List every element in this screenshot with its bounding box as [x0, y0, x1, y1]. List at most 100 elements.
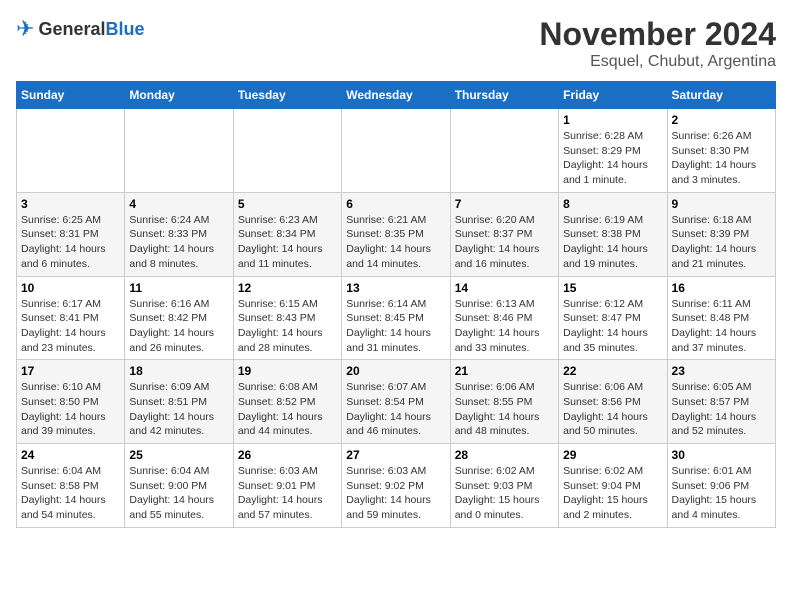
- day-info: Sunrise: 6:03 AM Sunset: 9:01 PM Dayligh…: [238, 464, 337, 523]
- calendar-cell: 9 Sunrise: 6:18 AM Sunset: 8:39 PM Daylig…: [667, 192, 775, 276]
- calendar: SundayMondayTuesdayWednesdayThursdayFrid…: [16, 81, 776, 528]
- day-info: Sunrise: 6:24 AM Sunset: 8:33 PM Dayligh…: [129, 213, 228, 272]
- day-number: 25: [129, 448, 228, 462]
- day-info: Sunrise: 6:14 AM Sunset: 8:45 PM Dayligh…: [346, 297, 445, 356]
- day-info: Sunrise: 6:19 AM Sunset: 8:38 PM Dayligh…: [563, 213, 662, 272]
- calendar-cell: 8Sunrise: 6:19 AM Sunset: 8:38 PM Daylig…: [559, 192, 667, 276]
- day-number: 15: [563, 281, 662, 295]
- calendar-cell: 19Sunrise: 6:08 AM Sunset: 8:52 PM Dayli…: [233, 360, 341, 444]
- calendar-cell: 29 Sunrise: 6:02 AM Sunset: 9:04 PM Dayli…: [559, 444, 667, 528]
- day-number: 2: [672, 113, 771, 127]
- calendar-cell: 15 Sunrise: 6:12 AM Sunset: 8:47 PM Dayli…: [559, 276, 667, 360]
- weekday-header: Sunday: [17, 82, 125, 109]
- weekday-header-row: SundayMondayTuesdayWednesdayThursdayFrid…: [17, 82, 776, 109]
- calendar-cell: 27 Sunrise: 6:03 AM Sunset: 9:02 PM Dayli…: [342, 444, 450, 528]
- day-number: 12: [238, 281, 337, 295]
- calendar-cell: 14Sunrise: 6:13 AM Sunset: 8:46 PM Dayli…: [450, 276, 558, 360]
- calendar-cell: 1 Sunrise: 6:28 AM Sunset: 8:29 PM Daylig…: [559, 109, 667, 193]
- calendar-cell: 26Sunrise: 6:03 AM Sunset: 9:01 PM Dayli…: [233, 444, 341, 528]
- calendar-cell: 4 Sunrise: 6:24 AM Sunset: 8:33 PM Daylig…: [125, 192, 233, 276]
- day-number: 14: [455, 281, 554, 295]
- calendar-cell: 11Sunrise: 6:16 AM Sunset: 8:42 PM Dayli…: [125, 276, 233, 360]
- calendar-cell: 28 Sunrise: 6:02 AM Sunset: 9:03 PM Dayli…: [450, 444, 558, 528]
- day-info: Sunrise: 6:07 AM Sunset: 8:54 PM Dayligh…: [346, 380, 445, 439]
- day-number: 7: [455, 197, 554, 211]
- day-number: 17: [21, 364, 120, 378]
- calendar-week-row: 1 Sunrise: 6:28 AM Sunset: 8:29 PM Daylig…: [17, 109, 776, 193]
- logo-text: GeneralBlue: [38, 19, 144, 40]
- day-number: 4: [129, 197, 228, 211]
- day-info: Sunrise: 6:03 AM Sunset: 9:02 PM Dayligh…: [346, 464, 445, 523]
- calendar-cell: [342, 109, 450, 193]
- calendar-cell: [17, 109, 125, 193]
- logo: ✈ GeneralBlue: [16, 16, 145, 42]
- weekday-header: Wednesday: [342, 82, 450, 109]
- day-number: 6: [346, 197, 445, 211]
- day-number: 5: [238, 197, 337, 211]
- day-info: Sunrise: 6:06 AM Sunset: 8:55 PM Dayligh…: [455, 380, 554, 439]
- month-title: November 2024: [539, 16, 776, 53]
- day-info: Sunrise: 6:04 AM Sunset: 8:58 PM Dayligh…: [21, 464, 120, 523]
- day-number: 20: [346, 364, 445, 378]
- weekday-header: Tuesday: [233, 82, 341, 109]
- day-number: 13: [346, 281, 445, 295]
- day-info: Sunrise: 6:04 AM Sunset: 9:00 PM Dayligh…: [129, 464, 228, 523]
- calendar-cell: 25 Sunrise: 6:04 AM Sunset: 9:00 PM Dayli…: [125, 444, 233, 528]
- title-area: November 2024 Esquel, Chubut, Argentina: [539, 16, 776, 71]
- day-number: 10: [21, 281, 120, 295]
- day-info: Sunrise: 6:25 AM Sunset: 8:31 PM Dayligh…: [21, 213, 120, 272]
- calendar-cell: [125, 109, 233, 193]
- calendar-week-row: 24 Sunrise: 6:04 AM Sunset: 8:58 PM Dayli…: [17, 444, 776, 528]
- day-info: Sunrise: 6:02 AM Sunset: 9:04 PM Dayligh…: [563, 464, 662, 523]
- calendar-week-row: 3 Sunrise: 6:25 AM Sunset: 8:31 PM Daylig…: [17, 192, 776, 276]
- day-number: 27: [346, 448, 445, 462]
- day-info: Sunrise: 6:11 AM Sunset: 8:48 PM Dayligh…: [672, 297, 771, 356]
- calendar-cell: 7Sunrise: 6:20 AM Sunset: 8:37 PM Daylig…: [450, 192, 558, 276]
- calendar-week-row: 17 Sunrise: 6:10 AM Sunset: 8:50 PM Dayli…: [17, 360, 776, 444]
- calendar-cell: 16 Sunrise: 6:11 AM Sunset: 8:48 PM Dayli…: [667, 276, 775, 360]
- day-info: Sunrise: 6:28 AM Sunset: 8:29 PM Dayligh…: [563, 129, 662, 188]
- day-number: 9: [672, 197, 771, 211]
- calendar-cell: 30Sunrise: 6:01 AM Sunset: 9:06 PM Dayli…: [667, 444, 775, 528]
- calendar-cell: 2Sunrise: 6:26 AM Sunset: 8:30 PM Daylig…: [667, 109, 775, 193]
- day-info: Sunrise: 6:08 AM Sunset: 8:52 PM Dayligh…: [238, 380, 337, 439]
- day-info: Sunrise: 6:09 AM Sunset: 8:51 PM Dayligh…: [129, 380, 228, 439]
- calendar-cell: 21 Sunrise: 6:06 AM Sunset: 8:55 PM Dayli…: [450, 360, 558, 444]
- logo-blue: Blue: [105, 19, 144, 39]
- weekday-header: Friday: [559, 82, 667, 109]
- calendar-cell: 23 Sunrise: 6:05 AM Sunset: 8:57 PM Dayli…: [667, 360, 775, 444]
- day-info: Sunrise: 6:18 AM Sunset: 8:39 PM Dayligh…: [672, 213, 771, 272]
- day-info: Sunrise: 6:17 AM Sunset: 8:41 PM Dayligh…: [21, 297, 120, 356]
- day-number: 3: [21, 197, 120, 211]
- calendar-cell: 6 Sunrise: 6:21 AM Sunset: 8:35 PM Daylig…: [342, 192, 450, 276]
- location-title: Esquel, Chubut, Argentina: [539, 53, 776, 71]
- day-info: Sunrise: 6:21 AM Sunset: 8:35 PM Dayligh…: [346, 213, 445, 272]
- day-number: 21: [455, 364, 554, 378]
- calendar-cell: 3 Sunrise: 6:25 AM Sunset: 8:31 PM Daylig…: [17, 192, 125, 276]
- calendar-cell: 10 Sunrise: 6:17 AM Sunset: 8:41 PM Dayli…: [17, 276, 125, 360]
- calendar-week-row: 10 Sunrise: 6:17 AM Sunset: 8:41 PM Dayli…: [17, 276, 776, 360]
- calendar-cell: [233, 109, 341, 193]
- day-number: 1: [563, 113, 662, 127]
- weekday-header: Monday: [125, 82, 233, 109]
- day-number: 16: [672, 281, 771, 295]
- day-number: 18: [129, 364, 228, 378]
- day-number: 23: [672, 364, 771, 378]
- calendar-cell: 17 Sunrise: 6:10 AM Sunset: 8:50 PM Dayli…: [17, 360, 125, 444]
- day-info: Sunrise: 6:10 AM Sunset: 8:50 PM Dayligh…: [21, 380, 120, 439]
- day-info: Sunrise: 6:01 AM Sunset: 9:06 PM Dayligh…: [672, 464, 771, 523]
- calendar-cell: 13 Sunrise: 6:14 AM Sunset: 8:45 PM Dayli…: [342, 276, 450, 360]
- day-info: Sunrise: 6:05 AM Sunset: 8:57 PM Dayligh…: [672, 380, 771, 439]
- day-info: Sunrise: 6:02 AM Sunset: 9:03 PM Dayligh…: [455, 464, 554, 523]
- calendar-cell: 5Sunrise: 6:23 AM Sunset: 8:34 PM Daylig…: [233, 192, 341, 276]
- weekday-header: Saturday: [667, 82, 775, 109]
- calendar-cell: 20 Sunrise: 6:07 AM Sunset: 8:54 PM Dayli…: [342, 360, 450, 444]
- day-number: 28: [455, 448, 554, 462]
- day-number: 22: [563, 364, 662, 378]
- calendar-cell: [450, 109, 558, 193]
- day-number: 24: [21, 448, 120, 462]
- calendar-cell: 18 Sunrise: 6:09 AM Sunset: 8:51 PM Dayli…: [125, 360, 233, 444]
- day-number: 29: [563, 448, 662, 462]
- calendar-cell: 24 Sunrise: 6:04 AM Sunset: 8:58 PM Dayli…: [17, 444, 125, 528]
- day-info: Sunrise: 6:12 AM Sunset: 8:47 PM Dayligh…: [563, 297, 662, 356]
